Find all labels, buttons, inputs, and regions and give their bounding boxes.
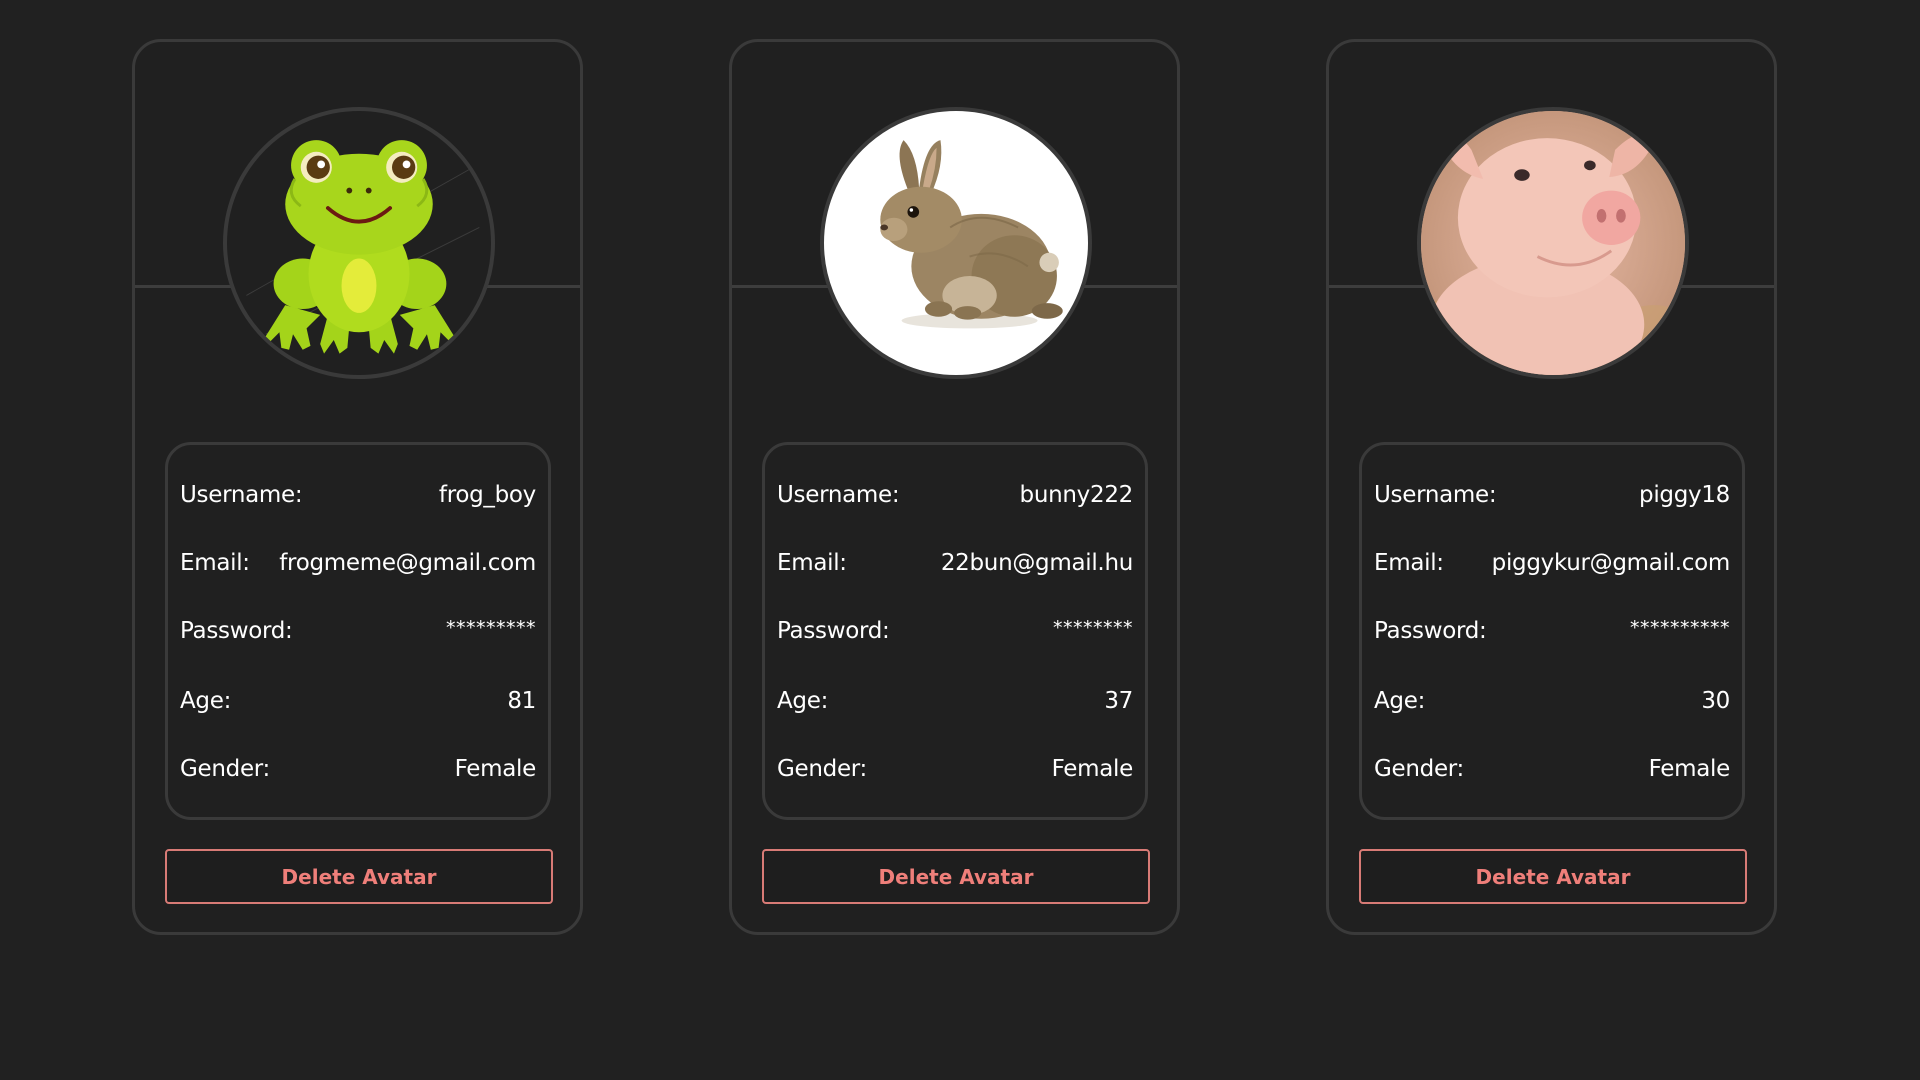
email-value: 22bun@gmail.hu [940,550,1133,576]
user-info-panel: Username: frog_boy Email: frogmeme@gmail… [165,442,551,820]
age-row: Age: 37 [777,681,1133,721]
email-value: piggykur@gmail.com [1491,550,1731,576]
gender-row: Gender: Female [180,749,536,789]
email-value: frogmeme@gmail.com [279,550,536,576]
avatar-card: Username: piggy18 Email: piggykur@gmail.… [1326,39,1777,935]
bunny-avatar-icon [880,140,1063,329]
password-label: Password: [777,618,890,644]
pig-avatar-icon [1421,111,1685,375]
password-value: ********** [1630,617,1730,639]
gender-value: Female [454,756,537,782]
password-label: Password: [180,618,293,644]
email-row: Email: frogmeme@gmail.com [180,543,536,583]
username-label: Username: [180,482,303,508]
delete-avatar-button[interactable]: Delete Avatar [1359,849,1747,904]
age-value: 30 [1701,688,1730,714]
username-row: Username: bunny222 [777,475,1133,515]
age-label: Age: [180,688,232,714]
gender-label: Gender: [1374,756,1465,782]
age-row: Age: 30 [1374,681,1730,721]
gender-label: Gender: [777,756,868,782]
password-label: Password: [1374,618,1487,644]
gender-value: Female [1051,756,1134,782]
password-row: Password: ******** [777,611,1133,651]
username-label: Username: [1374,482,1497,508]
gender-value: Female [1648,756,1731,782]
gender-label: Gender: [180,756,271,782]
avatar-card: Username: frog_boy Email: frogmeme@gmail… [132,39,583,935]
email-label: Email: [777,550,847,576]
age-label: Age: [777,688,829,714]
gender-row: Gender: Female [1374,749,1730,789]
avatar-card: Username: bunny222 Email: 22bun@gmail.hu… [729,39,1180,935]
username-value: piggy18 [1639,482,1730,508]
frog-avatar-icon [246,140,480,354]
email-row: Email: 22bun@gmail.hu [777,543,1133,583]
email-label: Email: [180,550,250,576]
gender-row: Gender: Female [777,749,1133,789]
avatar [820,107,1092,379]
username-value: frog_boy [438,482,536,508]
password-value: ******** [1053,617,1133,639]
age-row: Age: 81 [180,681,536,721]
delete-avatar-button[interactable]: Delete Avatar [762,849,1150,904]
password-row: Password: ********* [180,611,536,651]
email-row: Email: piggykur@gmail.com [1374,543,1730,583]
avatar [1417,107,1689,379]
age-value: 37 [1104,688,1133,714]
avatar [223,107,495,379]
age-value: 81 [507,688,536,714]
username-value: bunny222 [1019,482,1134,508]
avatar-card-list: Username: frog_boy Email: frogmeme@gmail… [0,0,1920,1080]
delete-avatar-button[interactable]: Delete Avatar [165,849,553,904]
password-value: ********* [446,617,536,639]
user-info-panel: Username: bunny222 Email: 22bun@gmail.hu… [762,442,1148,820]
username-row: Username: frog_boy [180,475,536,515]
username-label: Username: [777,482,900,508]
password-row: Password: ********** [1374,611,1730,651]
username-row: Username: piggy18 [1374,475,1730,515]
user-info-panel: Username: piggy18 Email: piggykur@gmail.… [1359,442,1745,820]
email-label: Email: [1374,550,1444,576]
age-label: Age: [1374,688,1426,714]
